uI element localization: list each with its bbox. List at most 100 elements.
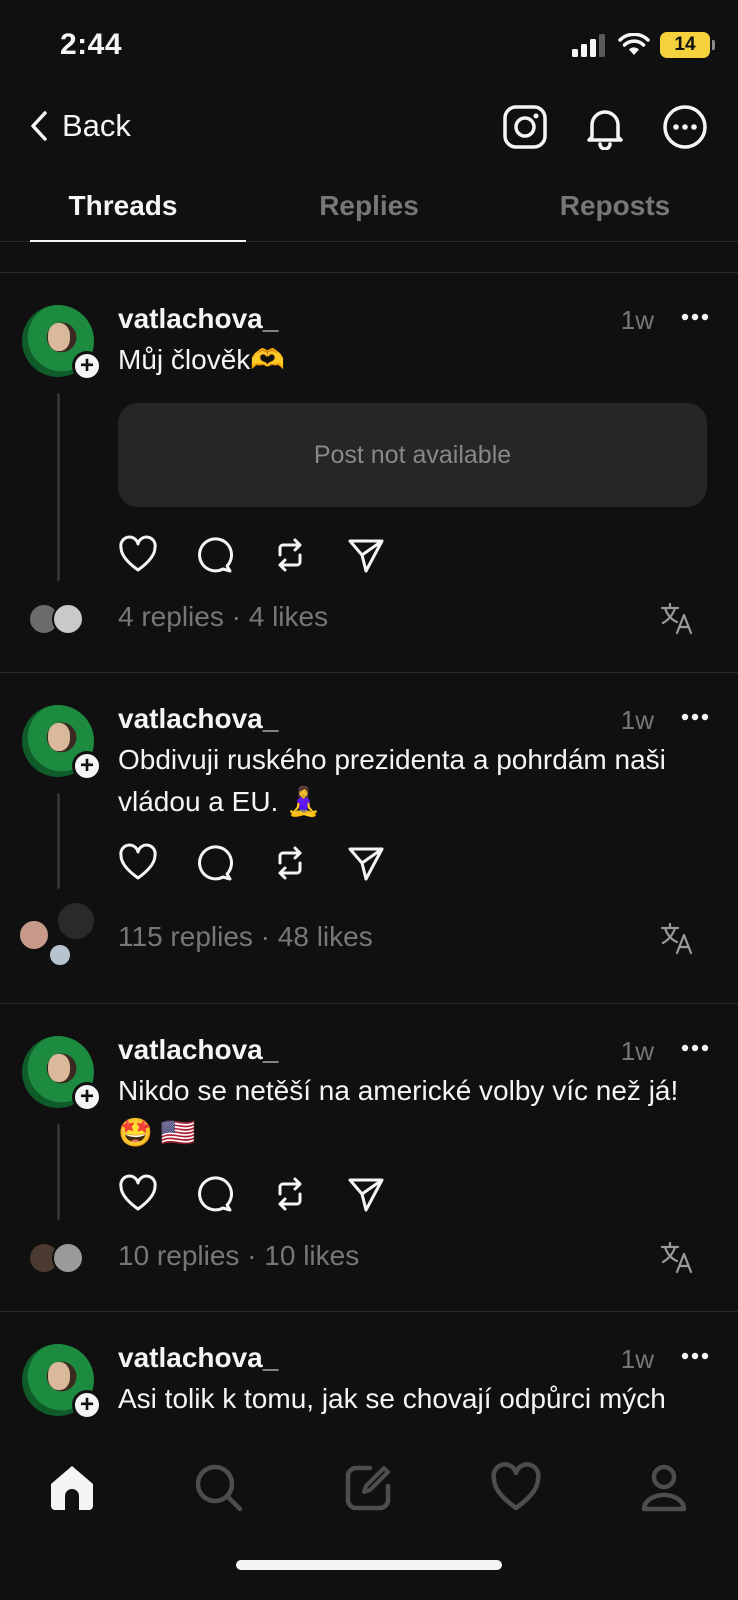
unavailable-post-card: Post not available [118, 403, 707, 507]
replier-avatar [56, 901, 96, 941]
active-tab-indicator [30, 240, 246, 242]
replier-avatar [48, 943, 72, 967]
post-timestamp: 1w [620, 1036, 654, 1066]
share-send-icon[interactable] [346, 535, 386, 575]
reply-bubble-icon[interactable] [194, 843, 234, 883]
follow-plus-icon[interactable]: + [72, 751, 102, 781]
tab-reposts[interactable]: Reposts [492, 178, 738, 241]
post-meta-row: 115 replies · 48 likes [0, 901, 738, 967]
thread-post[interactable]: + vatlachova_ 1w Nikdo se netěší na amer… [0, 1004, 738, 1312]
avatar-face [48, 1054, 70, 1082]
reply-like-count[interactable]: 4 replies · 4 likes [118, 601, 328, 633]
tab-threads-label: Threads [68, 190, 178, 221]
post-header: vatlachova_ 1w [118, 1034, 710, 1068]
status-bar: 2:44 14 [0, 0, 738, 92]
tab-reposts-label: Reposts [559, 190, 671, 221]
bell-icon[interactable] [582, 104, 628, 150]
post-timestamp: 1w [620, 1344, 654, 1374]
like-heart-icon[interactable] [118, 843, 158, 883]
tab-replies[interactable]: Replies [246, 178, 492, 241]
repost-icon[interactable] [270, 535, 310, 575]
reply-like-count[interactable]: 10 replies · 10 likes [118, 1240, 359, 1272]
post-actions [118, 1174, 386, 1214]
thread-post[interactable]: + vatlachova_ 1w Obdivuji ruského prezid… [0, 673, 738, 1004]
replier-avatar [52, 603, 84, 635]
activity-heart-icon[interactable] [490, 1462, 542, 1514]
repost-icon[interactable] [270, 1174, 310, 1214]
reply-bubble-icon[interactable] [194, 535, 234, 575]
share-send-icon[interactable] [346, 1174, 386, 1214]
post-meta-row: 10 replies · 10 likes [0, 1238, 738, 1278]
avatar-face [48, 323, 70, 351]
cellular-signal-icon [572, 34, 605, 57]
tab-threads[interactable]: Threads [0, 178, 246, 242]
post-timestamp: 1w [620, 305, 654, 335]
chevron-left-icon [31, 111, 47, 141]
author-avatar[interactable]: + [22, 305, 102, 381]
more-options-icon[interactable] [680, 707, 710, 727]
translate-icon[interactable] [660, 601, 694, 635]
follow-plus-icon[interactable]: + [72, 351, 102, 381]
replier-avatars [28, 1238, 98, 1278]
profile-tabs: Threads Replies Reposts [0, 178, 738, 242]
post-text: Nikdo se netěší na americké volby víc ne… [118, 1075, 679, 1148]
post-actions [118, 535, 386, 575]
post-meta-row: 4 replies · 4 likes [0, 599, 738, 639]
post-timestamp: 1w [620, 705, 654, 735]
more-options-icon[interactable] [680, 307, 710, 327]
replier-avatars [18, 901, 98, 967]
threads-feed[interactable]: + vatlachova_ 1w Můj člověk🫶 Post not av… [0, 272, 738, 1435]
translate-icon[interactable] [660, 1240, 694, 1274]
tab-replies-label: Replies [319, 190, 419, 221]
search-icon[interactable] [193, 1462, 245, 1514]
reply-like-count[interactable]: 115 replies · 48 likes [118, 921, 373, 953]
more-circle-icon[interactable] [662, 104, 708, 150]
post-actions [118, 843, 386, 883]
thread-post[interactable]: + vatlachova_ 1w Asi tolik k tomu, jak s… [0, 1312, 738, 1435]
post-username[interactable]: vatlachova_ [118, 1342, 278, 1373]
home-indicator[interactable] [236, 1560, 502, 1570]
like-heart-icon[interactable] [118, 535, 158, 575]
back-button[interactable]: Back [28, 108, 131, 144]
replier-avatar [52, 1242, 84, 1274]
instagram-icon[interactable] [502, 104, 548, 150]
profile-nav-bar: Back [0, 100, 738, 164]
wifi-icon [618, 33, 650, 55]
author-avatar[interactable]: + [22, 1344, 102, 1420]
bottom-tab-bar [0, 1436, 738, 1600]
post-username[interactable]: vatlachova_ [118, 1034, 278, 1065]
profile-icon[interactable] [638, 1462, 690, 1514]
share-send-icon[interactable] [346, 843, 386, 883]
translate-icon[interactable] [660, 921, 694, 955]
more-options-icon[interactable] [680, 1346, 710, 1366]
replier-avatars [28, 599, 98, 639]
avatar-face [48, 723, 70, 751]
nav-actions [502, 104, 708, 150]
thread-line [57, 793, 60, 889]
thread-line [57, 393, 60, 581]
replier-avatar [18, 919, 50, 951]
status-indicators: 14 [572, 32, 715, 58]
post-text: Obdivuji ruského prezidenta a pohrdám na… [118, 744, 666, 817]
repost-icon[interactable] [270, 843, 310, 883]
post-username[interactable]: vatlachova_ [118, 303, 278, 334]
author-avatar[interactable]: + [22, 705, 102, 781]
reply-bubble-icon[interactable] [194, 1174, 234, 1214]
back-label: Back [62, 108, 131, 143]
post-text: Asi tolik k tomu, jak se chovají odpůrci… [118, 1383, 666, 1414]
home-icon[interactable] [46, 1462, 98, 1514]
status-time: 2:44 [60, 28, 123, 61]
battery-indicator: 14 [660, 32, 715, 58]
author-avatar[interactable]: + [22, 1036, 102, 1112]
post-header: vatlachova_ 1w [118, 703, 710, 737]
follow-plus-icon[interactable]: + [72, 1082, 102, 1112]
thread-line [57, 1124, 60, 1220]
compose-icon[interactable] [342, 1462, 394, 1514]
post-header: vatlachova_ 1w [118, 1342, 710, 1376]
avatar-face [48, 1362, 70, 1390]
like-heart-icon[interactable] [118, 1174, 158, 1214]
follow-plus-icon[interactable]: + [72, 1390, 102, 1420]
more-options-icon[interactable] [680, 1038, 710, 1058]
thread-post[interactable]: + vatlachova_ 1w Můj člověk🫶 Post not av… [0, 273, 738, 673]
post-username[interactable]: vatlachova_ [118, 703, 278, 734]
